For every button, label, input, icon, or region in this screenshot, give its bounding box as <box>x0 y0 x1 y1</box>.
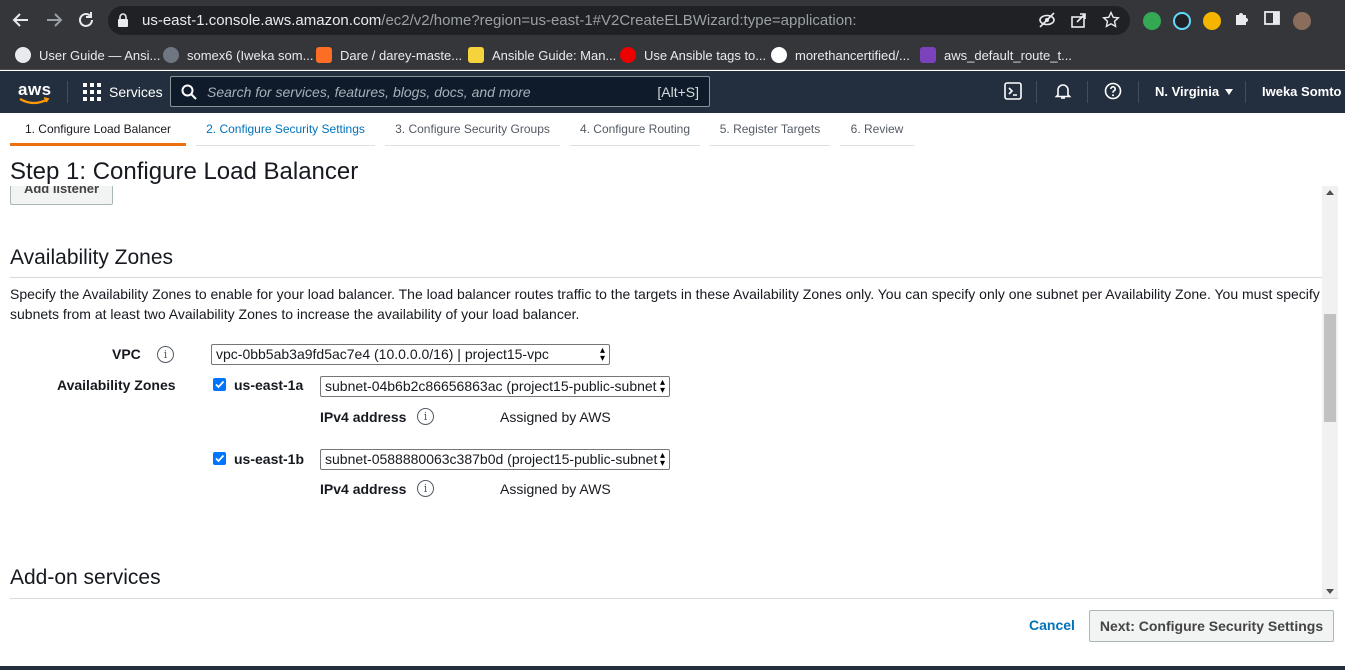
gitlab-icon <box>316 47 332 63</box>
availability-zones-title: Availability Zones <box>10 246 174 269</box>
select-arrows-icon: ▴ ▾ <box>599 345 605 364</box>
eye-off-icon[interactable] <box>1038 11 1056 34</box>
vpc-select[interactable]: vpc-0bb5ab3a9fd5ac7e4 (10.0.0.0/16) | pr… <box>211 344 610 365</box>
grid-icon <box>83 83 101 101</box>
select-arrows-icon: ▴ ▾ <box>659 377 665 396</box>
bookmark-item[interactable]: morethancertified/... <box>771 46 910 64</box>
nav-divider <box>1138 81 1139 103</box>
url-text[interactable]: us-east-1.console.aws.amazon.com/ec2/v2/… <box>142 12 857 29</box>
footer-divider <box>10 598 1338 599</box>
github-icon <box>771 47 787 63</box>
account-menu[interactable]: Iweka Somto <box>1262 84 1345 99</box>
user-name: Iweka Somto <box>1262 84 1342 99</box>
zone-name: us-east-1b <box>234 451 305 467</box>
chevron-down-icon <box>1225 88 1234 95</box>
subnet-select[interactable]: subnet-0588880063c387b0d (project15-publ… <box>320 449 670 470</box>
ansible-icon <box>15 47 31 63</box>
region-label: N. Virginia <box>1155 84 1220 99</box>
star-icon[interactable] <box>1101 10 1121 34</box>
reload-icon[interactable] <box>75 9 97 31</box>
ipv4-label: IPv4 address <box>320 409 407 425</box>
bookmark-item[interactable]: Dare / darey-maste... <box>316 46 462 64</box>
info-icon[interactable]: i <box>417 480 434 497</box>
bookmark-item[interactable]: User Guide — Ansi... <box>15 46 160 64</box>
redhat-icon <box>620 47 636 63</box>
services-menu-button[interactable]: Services <box>83 83 163 101</box>
bookmark-item[interactable]: Ansible Guide: Man... <box>468 46 616 64</box>
window-bottom-edge <box>0 666 1345 670</box>
page-title: Step 1: Configure Load Balancer <box>10 158 359 185</box>
cancel-button[interactable]: Cancel <box>1029 617 1075 633</box>
aws-smile-icon <box>19 97 50 105</box>
availability-zones-label: Availability Zones <box>57 377 176 393</box>
aws-top-nav: aws Services Search for services, featur… <box>0 71 1345 113</box>
content-scrollbar[interactable] <box>1322 186 1338 598</box>
ipv4-value: Assigned by AWS <box>500 409 611 425</box>
ansible-guide-icon <box>468 47 484 63</box>
nav-divider <box>1036 81 1037 103</box>
nav-divider <box>67 81 68 103</box>
side-panel-icon[interactable] <box>1263 9 1281 32</box>
tab-register-targets: 5. Register Targets <box>710 113 830 146</box>
forward-arrow-icon[interactable] <box>43 9 65 31</box>
aws-search-input[interactable]: Search for services, features, blogs, do… <box>170 76 710 107</box>
zone-name: us-east-1a <box>234 377 304 393</box>
scroll-up-icon[interactable] <box>1326 190 1334 195</box>
scroll-thumb[interactable] <box>1324 314 1336 422</box>
browser-toolbar: us-east-1.console.aws.amazon.com/ec2/v2/… <box>0 0 1345 40</box>
terraform-icon <box>920 47 936 63</box>
tab-configure-security-settings[interactable]: 2. Configure Security Settings <box>196 113 375 146</box>
nav-divider <box>1245 81 1246 103</box>
services-label: Services <box>109 84 163 100</box>
divider <box>10 277 1322 278</box>
lock-icon[interactable] <box>117 13 129 32</box>
tab-configure-load-balancer[interactable]: 1. Configure Load Balancer <box>10 113 186 146</box>
help-icon[interactable] <box>1104 82 1122 105</box>
zone-checkbox-us-east-1b[interactable] <box>213 452 226 465</box>
cloudshell-icon[interactable] <box>1004 82 1022 105</box>
next-button[interactable]: Next: Configure Security Settings <box>1089 610 1334 642</box>
add-listener-button[interactable]: Add listener <box>10 186 113 205</box>
nav-divider <box>1087 81 1088 103</box>
search-placeholder: Search for services, features, blogs, do… <box>207 84 531 100</box>
vpc-label: VPC <box>112 346 141 362</box>
bookmark-item[interactable]: aws_default_route_t... <box>920 46 1072 64</box>
tab-review: 6. Review <box>840 113 914 146</box>
bookmarks-bar: User Guide — Ansi... somex6 (Iweka som..… <box>0 40 1345 70</box>
share-icon[interactable] <box>1070 11 1088 34</box>
region-selector[interactable]: N. Virginia <box>1155 84 1234 99</box>
search-shortcut: [Alt+S] <box>657 84 699 100</box>
subnet-select[interactable]: subnet-04b6b2c86656863ac (project15-publ… <box>320 376 670 397</box>
extension-green-icon[interactable] <box>1143 11 1161 30</box>
github-icon <box>163 47 179 63</box>
search-icon <box>181 84 197 105</box>
extension-colorful-icon[interactable] <box>1203 11 1221 30</box>
tab-configure-security-groups: 3. Configure Security Groups <box>385 113 560 146</box>
react-devtools-icon[interactable] <box>1173 11 1191 30</box>
back-arrow-icon[interactable] <box>10 9 32 31</box>
info-icon[interactable]: i <box>157 346 174 363</box>
addon-services-title: Add-on services <box>10 566 161 589</box>
select-arrows-icon: ▴ ▾ <box>659 450 665 469</box>
bell-icon[interactable] <box>1054 82 1072 105</box>
puzzle-icon[interactable] <box>1233 9 1251 32</box>
info-icon[interactable]: i <box>417 408 434 425</box>
tab-configure-routing: 4. Configure Routing <box>570 113 700 146</box>
ipv4-label: IPv4 address <box>320 481 407 497</box>
ipv4-value: Assigned by AWS <box>500 481 611 497</box>
wizard-steps: 1. Configure Load Balancer 2. Configure … <box>0 113 1345 146</box>
profile-avatar[interactable] <box>1293 11 1311 30</box>
wizard-content: Add listener Availability Zones Specify … <box>0 186 1322 598</box>
address-bar[interactable]: us-east-1.console.aws.amazon.com/ec2/v2/… <box>108 6 1130 35</box>
availability-zones-description: Specify the Availability Zones to enable… <box>10 286 1320 322</box>
bookmark-item[interactable]: Use Ansible tags to... <box>620 46 766 64</box>
bookmark-item[interactable]: somex6 (Iweka som... <box>163 46 313 64</box>
zone-checkbox-us-east-1a[interactable] <box>213 378 226 391</box>
scroll-down-icon[interactable] <box>1326 589 1334 594</box>
